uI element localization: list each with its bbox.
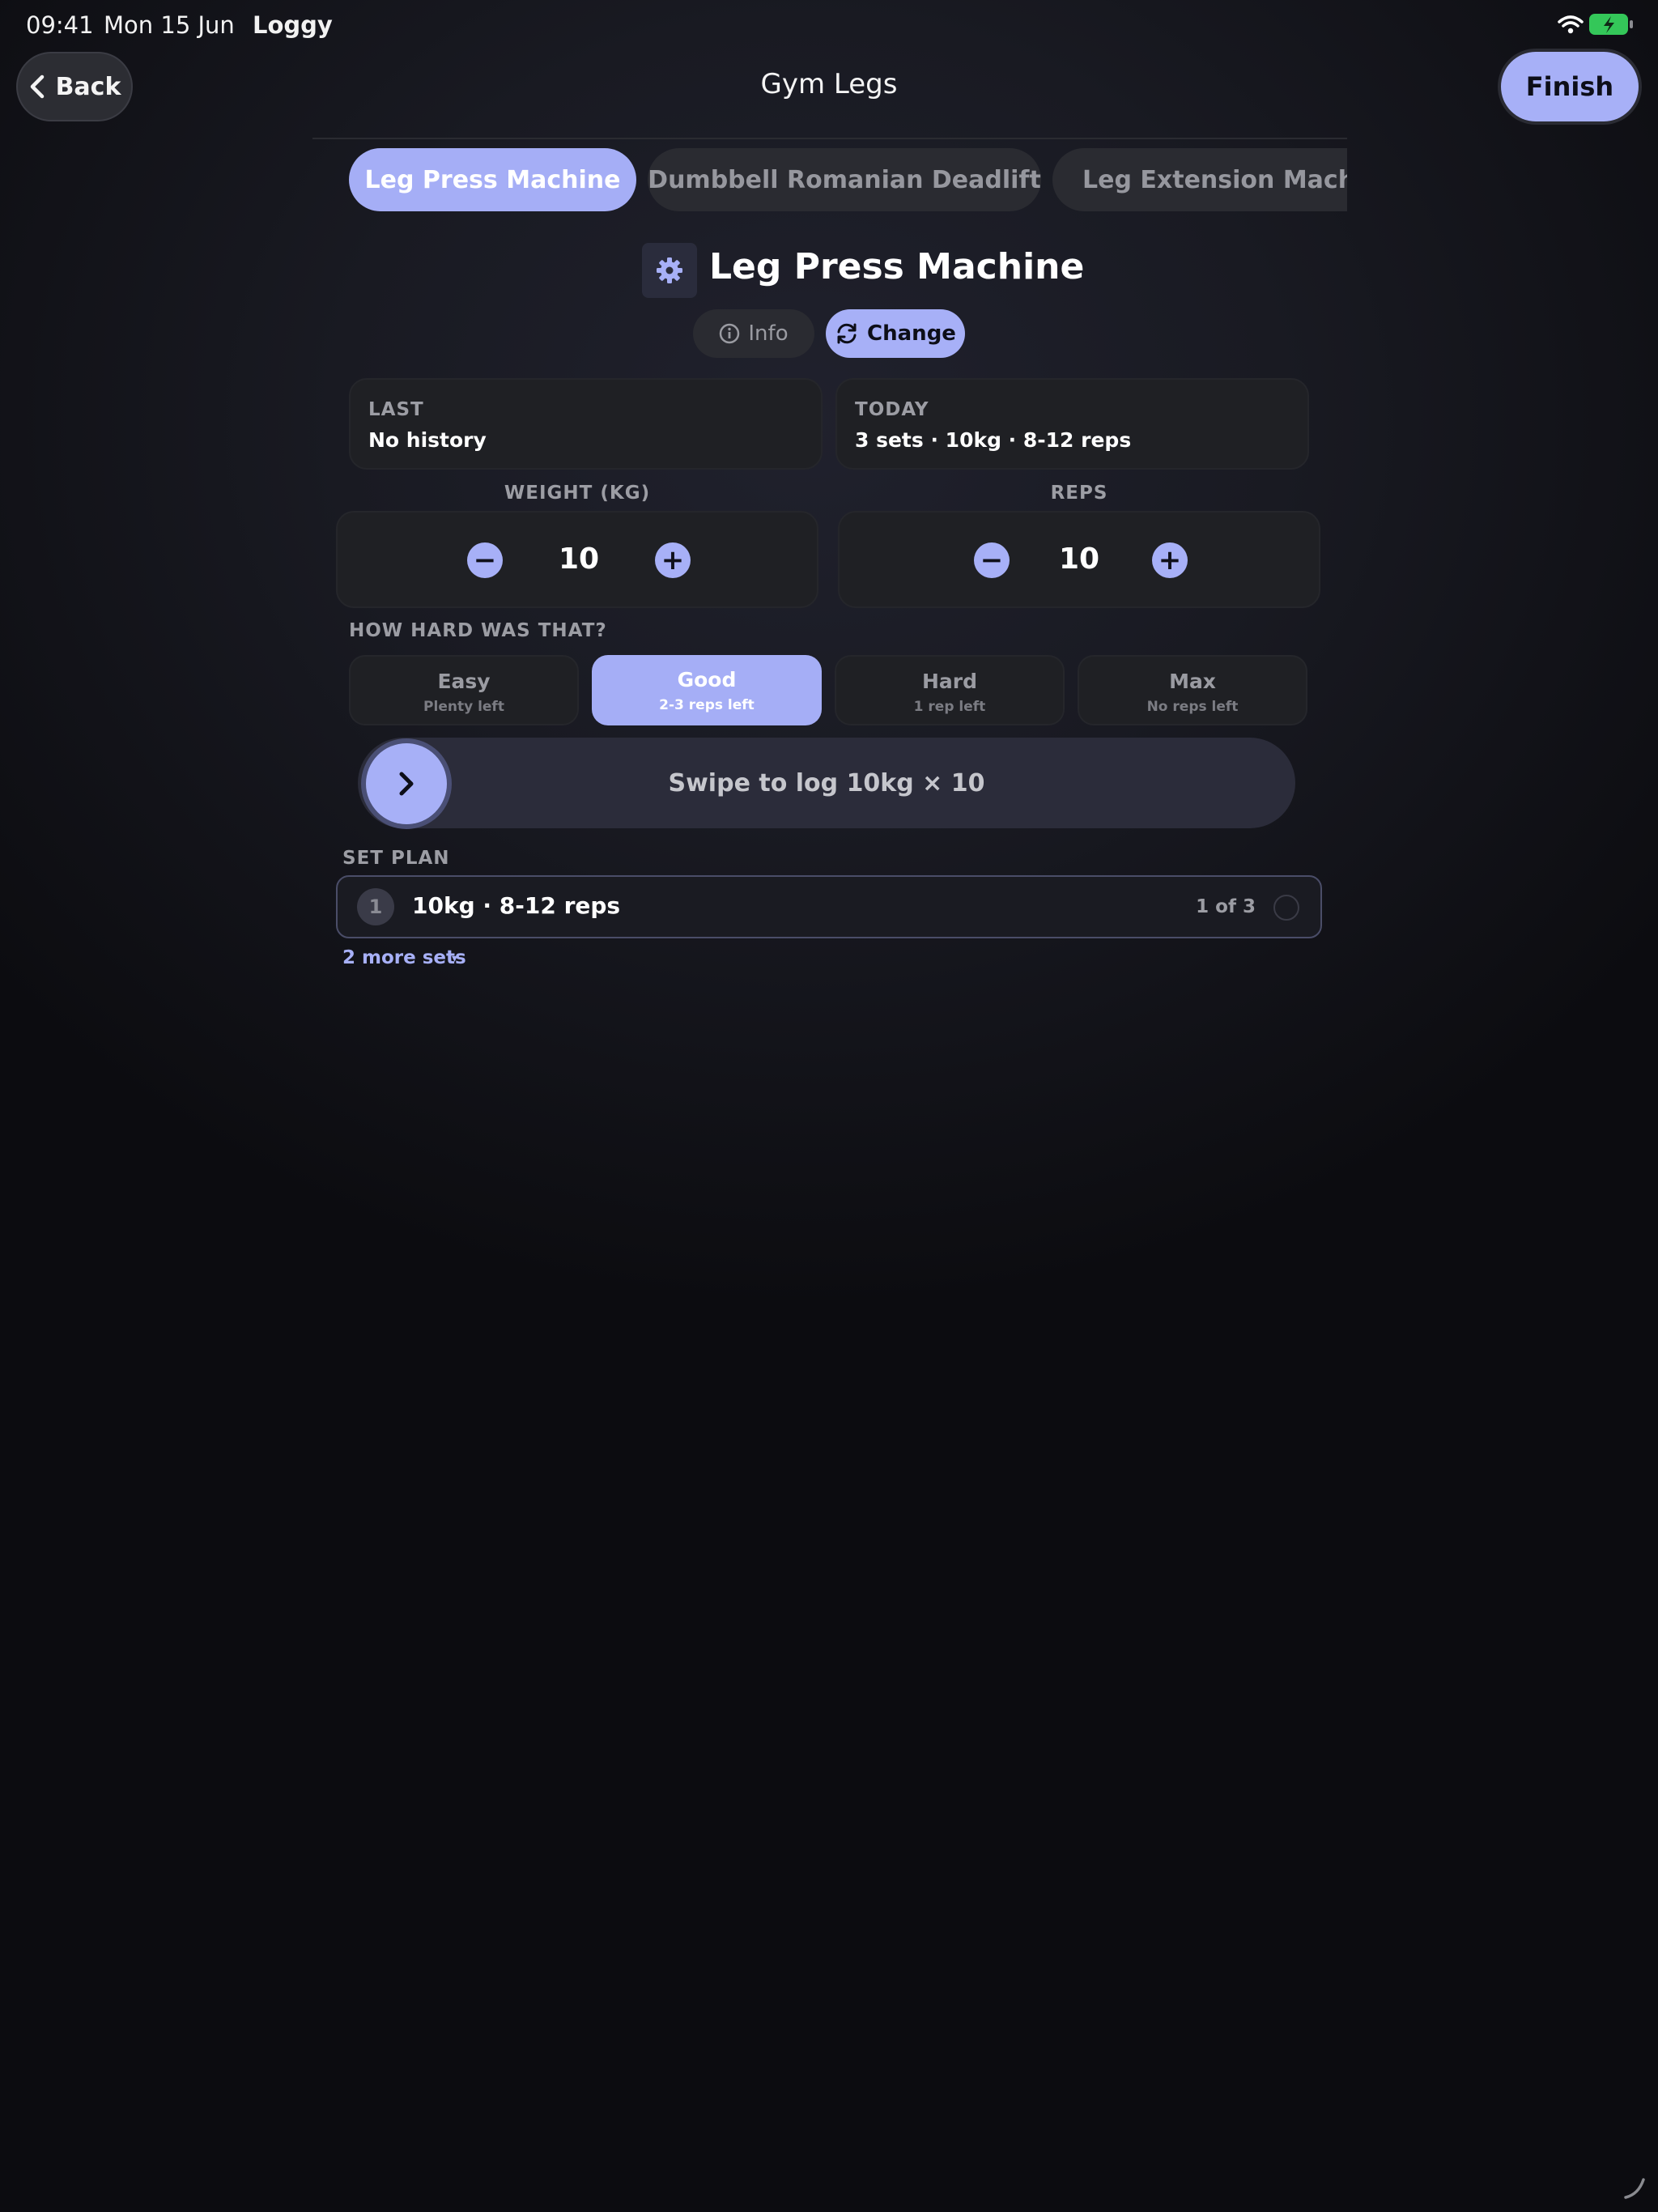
swipe-handle[interactable]	[366, 743, 447, 824]
set-progress: 1 of 3	[1196, 896, 1256, 917]
refresh-icon	[837, 323, 857, 344]
difficulty-hard[interactable]: Hard 1 rep left	[835, 655, 1065, 725]
last-value: No history	[368, 428, 487, 452]
last-summary-card: LAST No history	[349, 378, 823, 470]
weight-increment-button[interactable]: +	[655, 542, 691, 578]
difficulty-good-sub: 2-3 reps left	[659, 697, 755, 713]
difficulty-max[interactable]: Max No reps left	[1078, 655, 1307, 725]
tab-leg-press-machine[interactable]: Leg Press Machine	[349, 148, 636, 211]
exercise-settings-button[interactable]	[642, 243, 697, 298]
weight-stepper[interactable]: − 10 +	[336, 511, 818, 608]
difficulty-max-sub: No reps left	[1146, 699, 1239, 715]
today-value: 3 sets · 10kg · 8-12 reps	[855, 428, 1132, 452]
reps-increment-button[interactable]: +	[1152, 542, 1188, 578]
difficulty-hard-title: Hard	[921, 670, 978, 693]
battery-icon	[1589, 14, 1633, 35]
reps-value: 10	[1058, 542, 1100, 576]
today-summary-card: TODAY 3 sets · 10kg · 8-12 reps	[835, 378, 1309, 470]
weight-decrement-button[interactable]: −	[467, 542, 503, 578]
change-label: Change	[867, 321, 956, 346]
exercise-title: Leg Press Machine	[709, 246, 1085, 287]
set-number-badge: 1	[357, 888, 394, 925]
exercise-tab-strip[interactable]: Leg Press Machine Dumbbell Romanian Dead…	[349, 148, 1347, 213]
difficulty-easy-title: Easy	[437, 670, 491, 693]
info-label: Info	[748, 321, 789, 346]
set-detail: 10kg · 8-12 reps	[412, 892, 621, 919]
page-title: Gym Legs	[760, 68, 898, 100]
change-exercise-button[interactable]: Change	[826, 309, 965, 358]
chevron-right-icon	[399, 772, 414, 796]
difficulty-max-title: Max	[1169, 670, 1216, 693]
reps-decrement-button[interactable]: −	[974, 542, 1010, 578]
status-app-name: Loggy	[253, 11, 333, 39]
info-icon	[720, 323, 740, 344]
difficulty-good-title: Good	[677, 668, 737, 691]
difficulty-easy-sub: Plenty left	[423, 699, 504, 715]
reps-label: REPS	[1050, 483, 1108, 504]
more-sets-toggle[interactable]: 2 more sets	[342, 947, 466, 968]
gear-icon	[657, 257, 682, 283]
swipe-to-log-label: Swipe to log 10kg × 10	[668, 769, 985, 798]
last-label: LAST	[368, 399, 424, 420]
caret-down-icon: ▾	[452, 952, 458, 965]
difficulty-label: HOW HARD WAS THAT?	[349, 620, 607, 641]
difficulty-hard-sub: 1 rep left	[913, 699, 986, 715]
status-time: 09:41	[26, 11, 94, 39]
set-complete-checkbox[interactable]	[1273, 895, 1299, 921]
wifi-icon	[1558, 15, 1584, 34]
info-button[interactable]: Info	[693, 309, 814, 358]
weight-value: 10	[558, 542, 600, 576]
difficulty-easy[interactable]: Easy Plenty left	[349, 655, 579, 725]
difficulty-good[interactable]: Good 2-3 reps left	[592, 655, 822, 725]
tab-leg-extension-machine[interactable]: Leg Extension Machine	[1052, 148, 1347, 211]
weight-label: WEIGHT (KG)	[504, 483, 651, 504]
reps-stepper[interactable]: − 10 +	[838, 511, 1320, 608]
set-plan-label: SET PLAN	[342, 848, 450, 869]
status-date: Mon 15 Jun	[104, 11, 235, 39]
set-plan-row[interactable]: 1 10kg · 8-12 reps 1 of 3	[336, 875, 1322, 938]
finish-button[interactable]: Finish	[1501, 52, 1639, 121]
nav-divider	[312, 138, 1347, 139]
resize-handle-icon[interactable]	[1622, 2176, 1647, 2201]
tab-dumbbell-romanian-deadlift[interactable]: Dumbbell Romanian Deadlift	[648, 148, 1041, 211]
today-label: TODAY	[855, 399, 929, 420]
